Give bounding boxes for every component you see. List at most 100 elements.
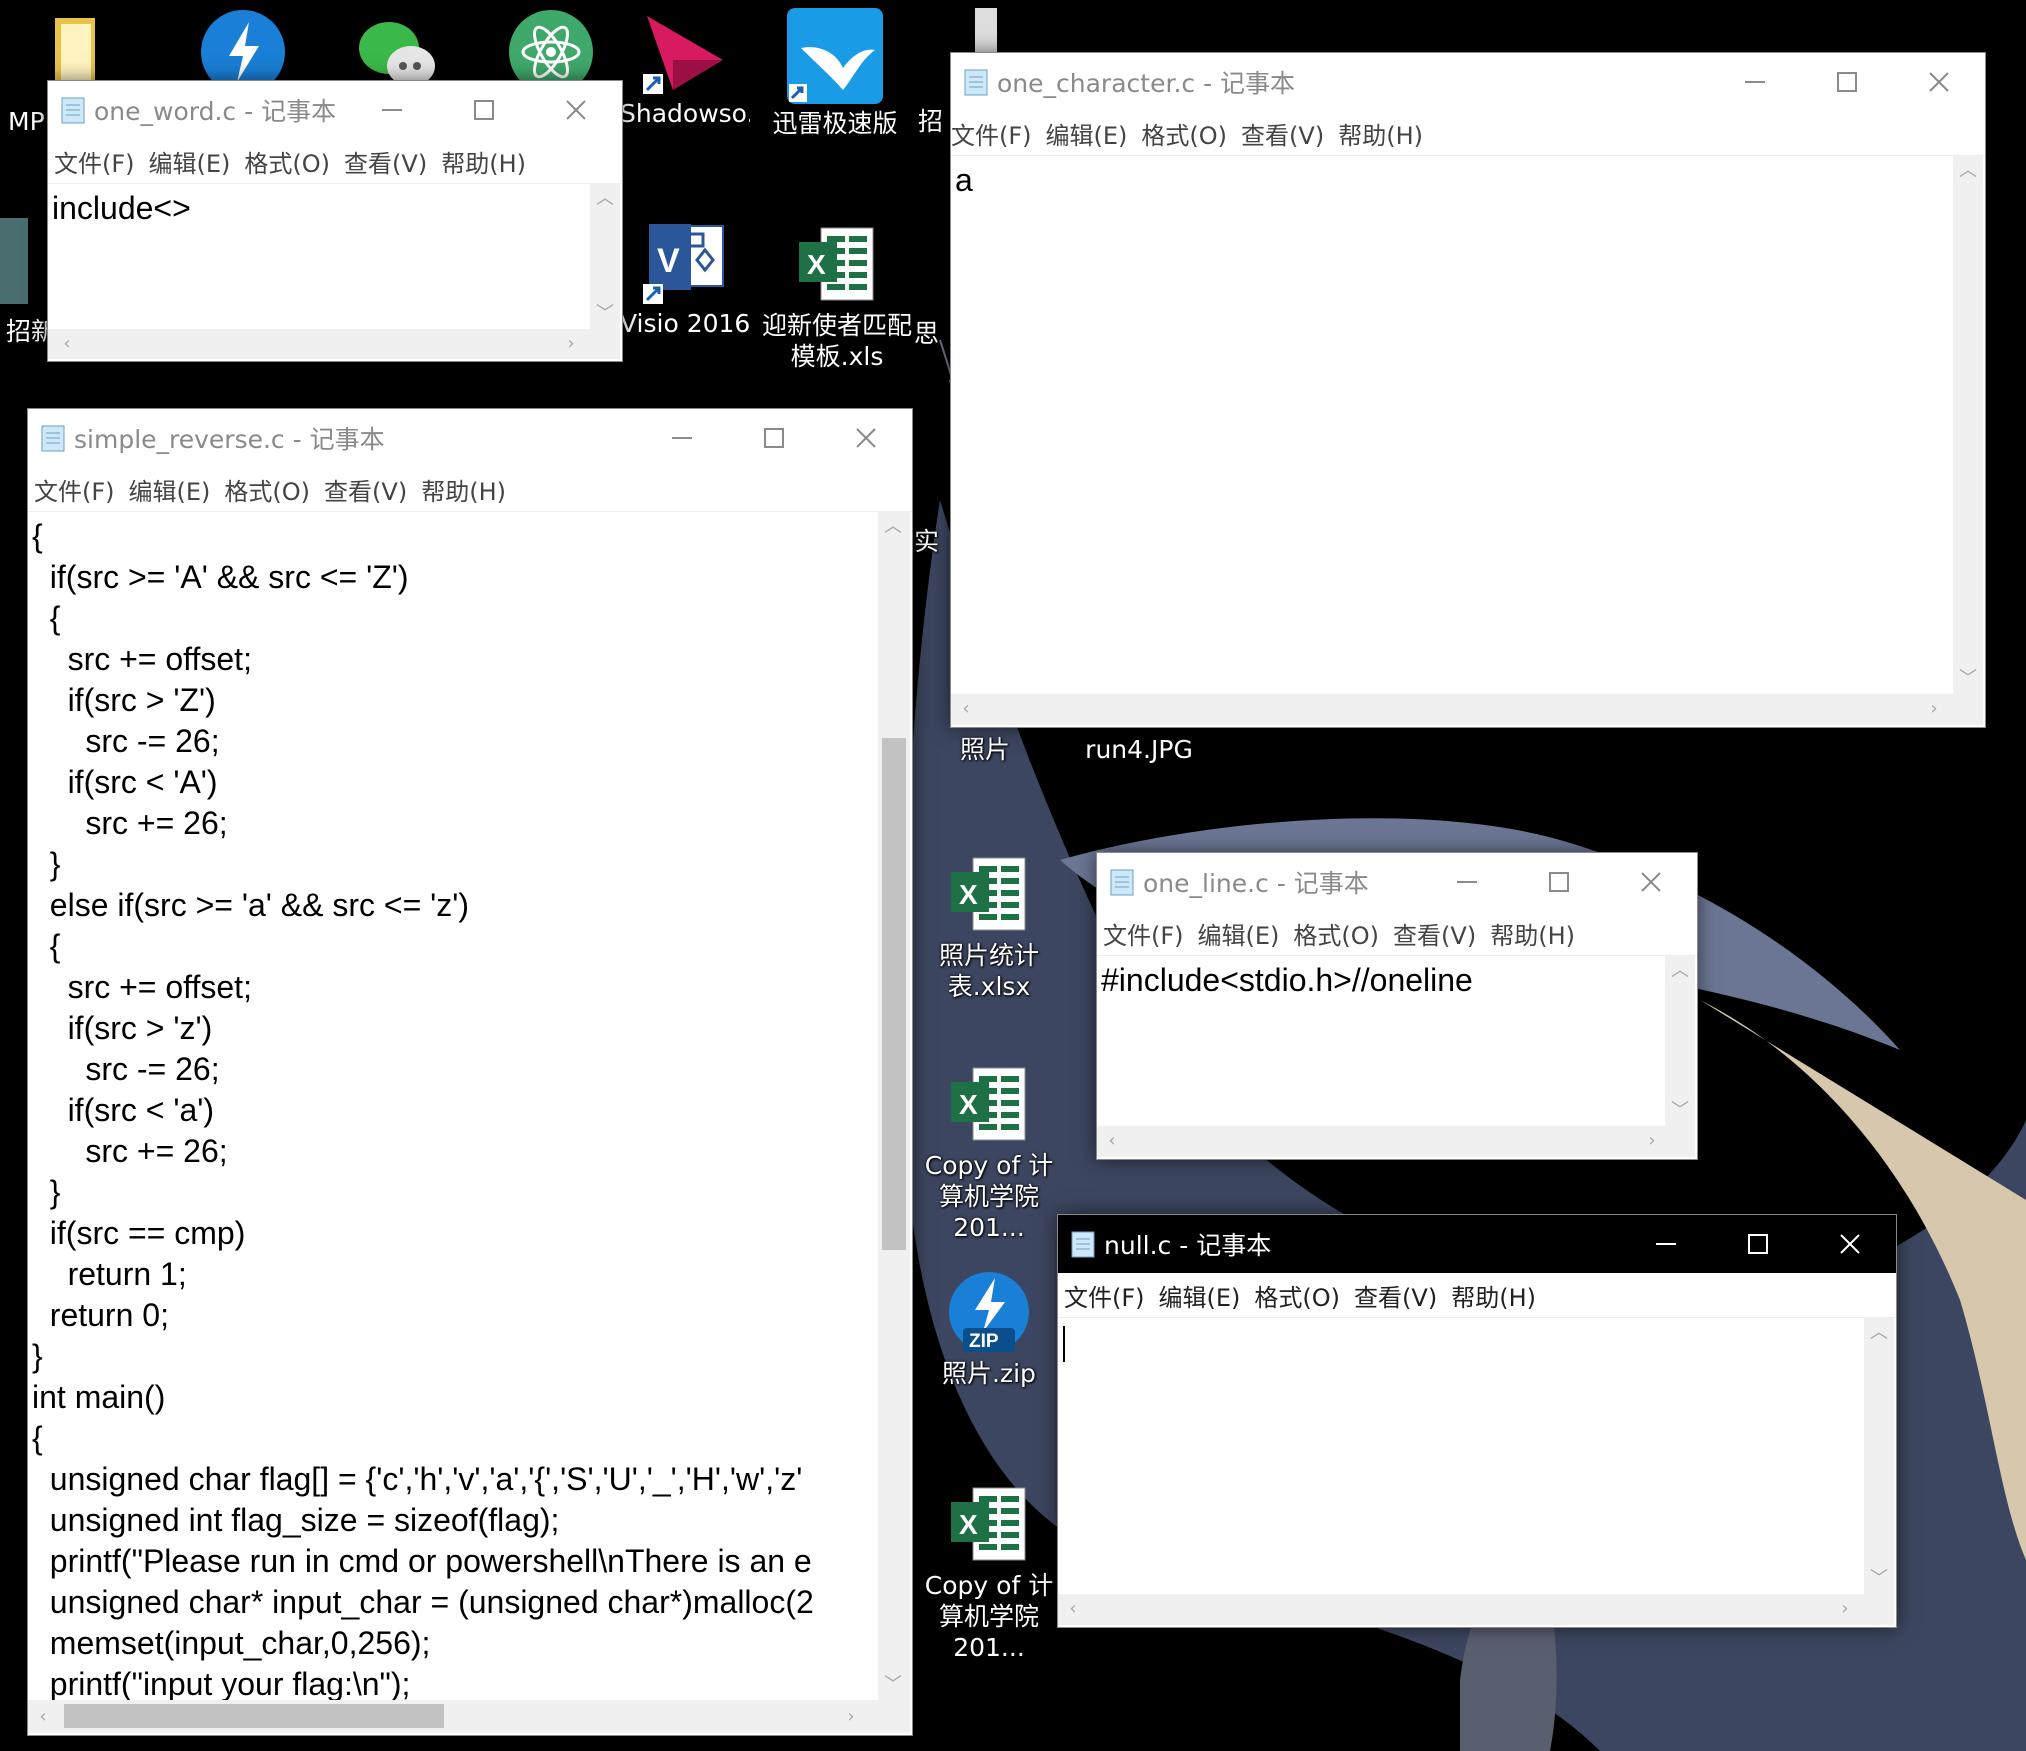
close-button[interactable]: [1605, 853, 1697, 911]
scroll-left-arrow-icon[interactable]: ‹: [1097, 1126, 1127, 1156]
scroll-left-arrow-icon[interactable]: ‹: [52, 329, 82, 359]
text-editor[interactable]: { if(src >= 'A' && src <= 'Z') { src += …: [28, 512, 878, 1700]
desktop-icon-shi[interactable]: 实: [914, 526, 954, 557]
menu-file[interactable]: 文件(F): [1064, 1278, 1145, 1313]
text-editor[interactable]: a: [951, 156, 1953, 694]
menu-help[interactable]: 帮助(H): [1490, 916, 1575, 951]
scroll-down-arrow-icon[interactable]: ﹀: [1665, 1096, 1695, 1126]
menu-view[interactable]: 查看(V): [1393, 916, 1476, 951]
desktop-icon-visio[interactable]: V Visio 2016: [620, 220, 750, 339]
vertical-scroll-thumb[interactable]: [882, 738, 906, 1250]
text-editor[interactable]: #include<stdio.h>//oneline: [1097, 956, 1665, 1126]
menu-view[interactable]: 查看(V): [324, 472, 407, 507]
vertical-scrollbar[interactable]: ︿ ﹀: [1864, 1318, 1894, 1594]
desktop-icon-si[interactable]: 思: [914, 318, 954, 349]
menu-file[interactable]: 文件(F): [1103, 916, 1184, 951]
desktop-icon-yingxin-xls[interactable]: X 迎新使者匹配模板.xls: [752, 222, 922, 372]
desktop-icon-copy2[interactable]: X Copy of 计算机学院201...: [904, 1482, 1074, 1663]
menu-help[interactable]: 帮助(H): [1451, 1278, 1536, 1313]
desktop-icon-zhaopian-zip[interactable]: ZIP 照片.zip: [904, 1270, 1074, 1389]
text-editor[interactable]: include<>: [48, 184, 590, 329]
scroll-right-arrow-icon[interactable]: ›: [1830, 1594, 1860, 1624]
scroll-left-arrow-icon[interactable]: ‹: [951, 694, 981, 724]
scroll-left-arrow-icon[interactable]: ‹: [28, 1702, 58, 1732]
vertical-scrollbar[interactable]: ︿ ﹀: [1665, 956, 1695, 1126]
menu-help[interactable]: 帮助(H): [441, 144, 526, 179]
menu-edit[interactable]: 编辑(E): [129, 472, 211, 507]
horizontal-scrollbar[interactable]: ‹ ›: [1058, 1594, 1894, 1625]
title-bar[interactable]: one_line.c - 记事本: [1097, 853, 1697, 911]
menu-format[interactable]: 格式(O): [1254, 1278, 1340, 1313]
menu-edit[interactable]: 编辑(E): [149, 144, 231, 179]
menu-format[interactable]: 格式(O): [224, 472, 310, 507]
scroll-left-arrow-icon[interactable]: ‹: [1058, 1594, 1088, 1624]
scroll-right-arrow-icon[interactable]: ›: [1637, 1126, 1667, 1156]
vertical-scrollbar[interactable]: ︿ ﹀: [878, 512, 910, 1700]
notepad-window-one-character[interactable]: one_character.c - 记事本 文件(F) 编辑(E) 格式(O) …: [950, 52, 1986, 728]
title-bar[interactable]: simple_reverse.c - 记事本: [28, 409, 912, 467]
menu-view[interactable]: 查看(V): [344, 144, 427, 179]
notepad-window-simple-reverse[interactable]: simple_reverse.c - 记事本 文件(F) 编辑(E) 格式(O)…: [27, 408, 913, 1736]
minimize-button[interactable]: [1709, 53, 1801, 111]
close-button[interactable]: [820, 409, 912, 467]
scroll-up-arrow-icon[interactable]: ︿: [878, 512, 908, 542]
scroll-up-arrow-icon[interactable]: ︿: [1864, 1318, 1894, 1348]
scroll-down-arrow-icon[interactable]: ﹀: [878, 1670, 908, 1700]
scroll-right-arrow-icon[interactable]: ›: [1919, 694, 1949, 724]
scroll-down-arrow-icon[interactable]: ﹀: [1864, 1564, 1894, 1594]
title-bar[interactable]: one_word.c - 记事本: [48, 81, 622, 139]
scroll-right-arrow-icon[interactable]: ›: [556, 329, 586, 359]
desktop-icon-photo-stats[interactable]: X 照片统计表.xlsx: [904, 852, 1074, 1002]
menu-file[interactable]: 文件(F): [34, 472, 115, 507]
title-bar[interactable]: one_character.c - 记事本: [951, 53, 1985, 111]
minimize-button[interactable]: [346, 81, 438, 139]
maximize-button[interactable]: [728, 409, 820, 467]
menu-file[interactable]: 文件(F): [951, 116, 1032, 151]
maximize-button[interactable]: [1712, 1215, 1804, 1273]
desktop-icon-copy1[interactable]: X Copy of 计算机学院201...: [904, 1062, 1074, 1243]
text-editor[interactable]: [1058, 1318, 1864, 1594]
close-button[interactable]: [530, 81, 622, 139]
vertical-scrollbar[interactable]: ︿ ﹀: [1953, 156, 1983, 694]
desktop-icon-run4[interactable]: run4.JPG: [1074, 734, 1204, 765]
menu-file[interactable]: 文件(F): [54, 144, 135, 179]
desktop-icon-shadowsocks[interactable]: Shadowso...: [620, 10, 750, 129]
scroll-down-arrow-icon[interactable]: ﹀: [1953, 664, 1983, 694]
menu-help[interactable]: 帮助(H): [1338, 116, 1423, 151]
horizontal-scrollbar[interactable]: ‹ ›: [951, 694, 1983, 725]
scroll-up-arrow-icon[interactable]: ︿: [1953, 156, 1983, 186]
maximize-button[interactable]: [438, 81, 530, 139]
maximize-button[interactable]: [1513, 853, 1605, 911]
scroll-right-arrow-icon[interactable]: ›: [836, 1702, 866, 1732]
desktop-icon-xunlei[interactable]: 迅雷极速版: [770, 8, 900, 139]
menu-edit[interactable]: 编辑(E): [1046, 116, 1128, 151]
maximize-button[interactable]: [1801, 53, 1893, 111]
menu-format[interactable]: 格式(O): [1293, 916, 1379, 951]
title-bar[interactable]: null.c - 记事本: [1058, 1215, 1896, 1273]
horizontal-scrollbar[interactable]: ‹ ›: [28, 1700, 910, 1733]
scroll-up-arrow-icon[interactable]: ︿: [1665, 956, 1695, 986]
notepad-window-null[interactable]: null.c - 记事本 文件(F) 编辑(E) 格式(O) 查看(V) 帮助(…: [1057, 1214, 1897, 1628]
notepad-window-one-word[interactable]: one_word.c - 记事本 文件(F) 编辑(E) 格式(O) 查看(V)…: [47, 80, 623, 362]
close-button[interactable]: [1804, 1215, 1896, 1273]
horizontal-scrollbar[interactable]: ‹ ›: [1097, 1126, 1695, 1157]
notepad-window-one-line[interactable]: one_line.c - 记事本 文件(F) 编辑(E) 格式(O) 查看(V)…: [1096, 852, 1698, 1160]
scroll-down-arrow-icon[interactable]: ﹀: [590, 299, 620, 329]
horizontal-scrollbar[interactable]: ‹ ›: [48, 329, 620, 359]
menu-view[interactable]: 查看(V): [1241, 116, 1324, 151]
minimize-button[interactable]: [1421, 853, 1513, 911]
close-button[interactable]: [1893, 53, 1985, 111]
menu-edit[interactable]: 编辑(E): [1198, 916, 1280, 951]
horizontal-scroll-thumb[interactable]: [64, 1704, 444, 1728]
menu-edit[interactable]: 编辑(E): [1159, 1278, 1241, 1313]
menu-format[interactable]: 格式(O): [244, 144, 330, 179]
desktop-icon-zhaopian-folder[interactable]: 照片: [920, 734, 1050, 765]
menu-format[interactable]: 格式(O): [1141, 116, 1227, 151]
menu-help[interactable]: 帮助(H): [421, 472, 506, 507]
desktop-icon-zhao-top[interactable]: 招: [910, 106, 950, 137]
scroll-up-arrow-icon[interactable]: ︿: [590, 184, 620, 214]
minimize-button[interactable]: [1620, 1215, 1712, 1273]
menu-view[interactable]: 查看(V): [1354, 1278, 1437, 1313]
minimize-button[interactable]: [636, 409, 728, 467]
vertical-scrollbar[interactable]: ︿ ﹀: [590, 184, 620, 329]
